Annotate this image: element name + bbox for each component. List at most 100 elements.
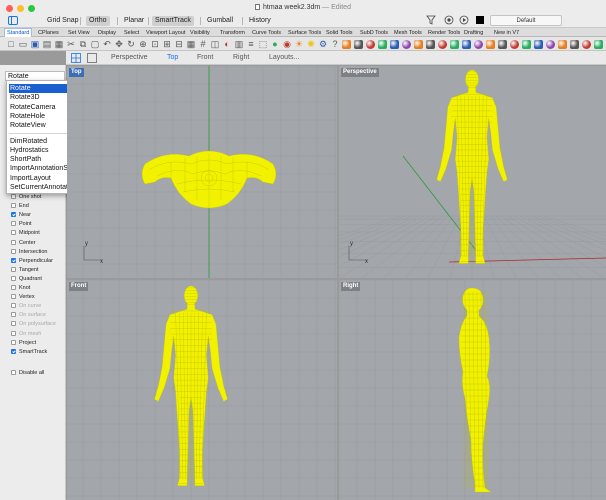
osnap-perpendicular[interactable]: Perpendicular bbox=[11, 257, 53, 266]
checkbox[interactable] bbox=[11, 203, 16, 209]
tab-layouts[interactable]: Layouts... bbox=[269, 53, 299, 63]
tab-front[interactable]: Front bbox=[197, 53, 213, 63]
tool-icon[interactable] bbox=[486, 39, 495, 49]
tool-icon[interactable] bbox=[546, 39, 555, 49]
zoom-window-icon[interactable]: ⊡ bbox=[150, 39, 160, 49]
select-icon[interactable]: ⬚ bbox=[258, 39, 268, 49]
viewport-label-top[interactable]: Top bbox=[69, 68, 84, 77]
layer-icon[interactable]: ≡ bbox=[246, 39, 256, 49]
tab-select[interactable]: Select bbox=[122, 29, 141, 37]
tool-icon[interactable] bbox=[534, 39, 543, 49]
tool-icon[interactable] bbox=[438, 39, 447, 49]
checkbox[interactable] bbox=[11, 257, 16, 263]
tab-mesh-tools[interactable]: Mesh Tools bbox=[392, 29, 424, 37]
tool-icon[interactable] bbox=[594, 39, 603, 49]
checkbox[interactable] bbox=[11, 248, 16, 254]
layer-color-swatch[interactable] bbox=[476, 16, 484, 24]
pan-icon[interactable]: ✥ bbox=[114, 39, 124, 49]
viewport-label-perspective[interactable]: Perspective bbox=[341, 68, 379, 77]
checkbox[interactable] bbox=[11, 339, 16, 345]
zoom-icon[interactable]: ⊕ bbox=[138, 39, 148, 49]
checkbox[interactable] bbox=[11, 212, 16, 218]
tab-drafting[interactable]: Drafting bbox=[462, 29, 485, 37]
checkbox[interactable] bbox=[11, 221, 16, 227]
grid-snap-toggle[interactable]: Grid Snap bbox=[44, 16, 82, 26]
cut-icon[interactable]: ✂ bbox=[66, 39, 76, 49]
osnap-near[interactable]: Near bbox=[11, 211, 31, 220]
human-mesh-perspective[interactable] bbox=[436, 69, 508, 264]
osnap-on-mesh[interactable]: On mesh bbox=[11, 330, 41, 339]
checkbox[interactable] bbox=[11, 194, 16, 199]
tool-icon[interactable] bbox=[366, 39, 375, 49]
four-view-icon[interactable] bbox=[71, 53, 81, 65]
import-icon[interactable]: ▦ bbox=[54, 39, 64, 49]
single-view-icon[interactable] bbox=[87, 53, 97, 65]
tool-icon[interactable] bbox=[426, 39, 435, 49]
osnap-point[interactable]: Point bbox=[11, 220, 32, 229]
tab-right[interactable]: Right bbox=[233, 53, 249, 63]
tab-surface-tools[interactable]: Surface Tools bbox=[286, 29, 323, 37]
tool-icon[interactable] bbox=[342, 39, 351, 49]
viewport-label-right[interactable]: Right bbox=[341, 282, 361, 291]
grid-icon[interactable]: # bbox=[198, 39, 208, 49]
viewport-right[interactable]: Right bbox=[339, 280, 606, 500]
display-mode-icon[interactable]: ◐ bbox=[222, 39, 232, 49]
checkbox[interactable] bbox=[11, 348, 16, 354]
four-view-icon[interactable]: ▦ bbox=[186, 39, 196, 49]
tab-curve-tools[interactable]: Curve Tools bbox=[250, 29, 283, 37]
checkbox[interactable] bbox=[11, 312, 16, 318]
osnap-vertex[interactable]: Vertex bbox=[11, 293, 35, 302]
viewport-label-front[interactable]: Front bbox=[69, 282, 89, 291]
tab-top[interactable]: Top bbox=[167, 53, 178, 63]
filter-icon[interactable] bbox=[426, 15, 436, 27]
save-icon[interactable]: ▣ bbox=[30, 39, 40, 49]
tab-new-in-v7[interactable]: New in V7 bbox=[492, 29, 521, 37]
zoom-extents-icon[interactable]: ⊞ bbox=[162, 39, 172, 49]
tab-viewport-layout[interactable]: Viewport Layout bbox=[144, 29, 187, 37]
osnap-midpoint[interactable]: Midpoint bbox=[11, 229, 40, 238]
osnap-disable-all[interactable]: Disable all bbox=[11, 369, 44, 378]
smarttrack-toggle[interactable]: SmartTrack bbox=[152, 16, 194, 26]
current-layer-field[interactable]: Default bbox=[490, 15, 562, 26]
playback-icon[interactable] bbox=[459, 15, 469, 27]
tab-standard[interactable]: Standard bbox=[4, 28, 33, 37]
tab-subd-tools[interactable]: SubD Tools bbox=[358, 29, 390, 37]
tool-icon[interactable] bbox=[378, 39, 387, 49]
checkbox[interactable] bbox=[11, 294, 16, 300]
tool-icon[interactable] bbox=[450, 39, 459, 49]
tool-icon[interactable] bbox=[498, 39, 507, 49]
osnap-on-surface[interactable]: On surface bbox=[11, 311, 46, 320]
material-icon[interactable]: ◉ bbox=[282, 39, 292, 49]
osnap-center[interactable]: Center bbox=[11, 239, 36, 248]
checkbox[interactable] bbox=[11, 266, 16, 272]
sidebar-toggle-icon[interactable] bbox=[8, 16, 18, 25]
osnap-knot[interactable]: Knot bbox=[11, 284, 30, 293]
tool-icon[interactable] bbox=[510, 39, 519, 49]
osnap-quadrant[interactable]: Quadrant bbox=[11, 275, 42, 284]
checkbox[interactable] bbox=[11, 239, 16, 245]
tab-perspective[interactable]: Perspective bbox=[111, 53, 148, 63]
copy-icon[interactable]: ⧉ bbox=[78, 39, 88, 49]
render-icon[interactable]: ● bbox=[270, 39, 280, 49]
tab-set-view[interactable]: Set View bbox=[66, 29, 92, 37]
checkbox[interactable] bbox=[11, 285, 16, 290]
tab-display[interactable]: Display bbox=[96, 29, 118, 37]
checkbox[interactable] bbox=[11, 369, 16, 375]
checkbox[interactable] bbox=[11, 303, 16, 309]
tool-icon[interactable] bbox=[462, 39, 471, 49]
tab-cplanes[interactable]: CPlanes bbox=[36, 29, 61, 37]
checkbox[interactable] bbox=[11, 330, 16, 336]
light-icon[interactable]: ☀ bbox=[294, 39, 304, 49]
ortho-toggle[interactable]: Ortho bbox=[86, 16, 110, 26]
tool-icon[interactable] bbox=[522, 39, 531, 49]
tab-solid-tools[interactable]: Solid Tools bbox=[324, 29, 355, 37]
print-icon[interactable]: ▤ bbox=[42, 39, 52, 49]
rotate-view-icon[interactable]: ↻ bbox=[126, 39, 136, 49]
history-toggle[interactable]: History bbox=[246, 16, 274, 26]
cplane-icon[interactable]: ◫ bbox=[210, 39, 220, 49]
osnap-tangent[interactable]: Tangent bbox=[11, 266, 39, 275]
tab-render-tools[interactable]: Render Tools bbox=[426, 29, 462, 37]
tool-icon[interactable] bbox=[402, 39, 411, 49]
undo-icon[interactable]: ↶ bbox=[102, 39, 112, 49]
new-file-icon[interactable]: □ bbox=[6, 39, 16, 49]
